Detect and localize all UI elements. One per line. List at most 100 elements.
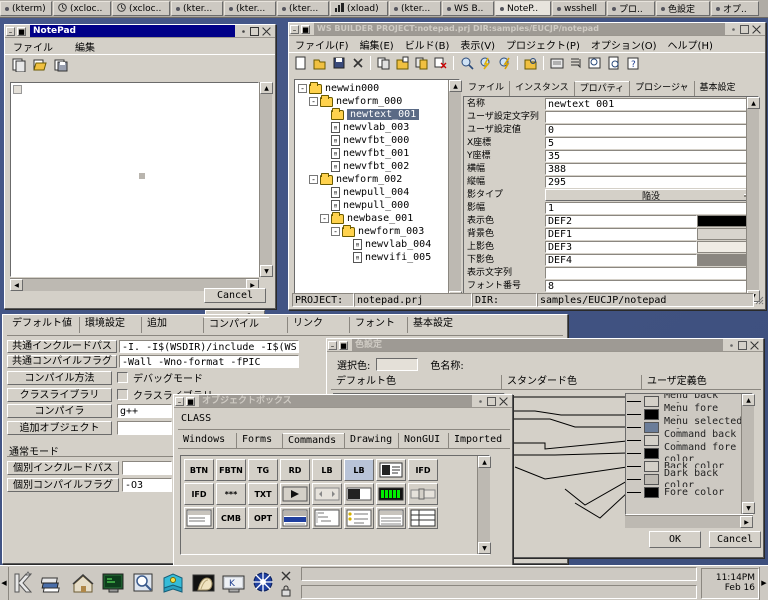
input-field-icon[interactable]: IFD [408,459,438,481]
taskbar-item-12[interactable]: 色設定 [656,1,710,16]
tree-node[interactable]: ▤newpull_000 [296,199,458,212]
property-value[interactable]: DEF4 [545,254,697,266]
minimize-icon[interactable]: – [175,397,184,406]
color-list-item[interactable]: Fore color [627,486,751,499]
scroll-down-button[interactable]: ▼ [260,265,273,277]
objectbox-tab-0[interactable]: Windows [178,433,236,448]
maximize-icon[interactable] [740,25,749,34]
settings-field-input[interactable]: -Wall -Wno-format -fPIC [119,355,299,368]
tree-node[interactable]: -newform_000 [296,95,458,108]
tree-expander[interactable]: - [309,175,318,184]
minimize-icon[interactable]: – [6,27,15,36]
close-icon[interactable] [498,396,509,407]
taskbar-item-5[interactable]: (kter... [277,1,329,16]
property-value[interactable]: 0 [545,124,757,136]
property-tabs[interactable]: ファイルインスタンスプロパティプロシージャ基本設定 [463,81,759,96]
checker-icon[interactable] [344,483,374,505]
compiler-input[interactable]: g++ [117,404,172,418]
scroll-up-button[interactable]: ▲ [478,456,491,468]
help-book-icon[interactable] [159,568,189,599]
duplicate-icon[interactable] [413,55,430,71]
new-file-icon[interactable] [292,55,309,71]
save-disk-icon[interactable] [53,57,70,73]
close-icon[interactable] [749,340,760,351]
objectbox-tab-3[interactable]: Drawing [344,433,398,448]
object-palette[interactable]: BTNFBTNTGRDLBLBIFDIFD***TXTCMBOPT [180,455,490,555]
lock-screen-icon[interactable] [279,569,292,582]
label-icon[interactable]: LB [312,459,342,481]
menu-dot-icon[interactable] [239,27,248,36]
spinner-icon[interactable] [312,483,342,505]
property-value[interactable]: 8 [545,280,757,292]
run-icon[interactable] [496,55,513,71]
selected-list-icon[interactable] [280,507,310,529]
close-icon[interactable] [751,24,762,35]
property-value[interactable]: 5 [545,137,757,149]
property-tab-1[interactable]: インスタンス [509,81,574,96]
new-file-icon[interactable] [11,57,28,73]
property-value[interactable] [545,111,757,123]
combo-box-icon[interactable]: CMB [216,507,246,529]
objectbox-titlebar[interactable]: – ■ オブジェクトボックス [174,395,512,408]
property-dropdown[interactable]: 陥没 [545,189,757,201]
property-value[interactable]: 295 [545,176,757,188]
search-folder-icon[interactable] [522,55,539,71]
settings-tab-4[interactable]: リンク [287,317,349,333]
tree-node-selected[interactable]: newtext_001 [296,108,458,121]
button-icon[interactable]: BTN [184,459,214,481]
property-tab-0[interactable]: ファイル [463,81,509,96]
scroll-left-button[interactable]: ◀ [10,279,23,291]
color-dialog-titlebar[interactable]: – ■ 色設定 [327,339,763,352]
open-folder-icon[interactable] [311,55,328,71]
text-area-icon[interactable]: TXT [248,483,278,505]
bullet-list-icon[interactable] [344,507,374,529]
shell-icon[interactable] [189,568,219,599]
build-lightning-icon[interactable] [477,55,494,71]
property-value[interactable]: DEF2 [545,215,697,227]
list-icon[interactable] [567,55,584,71]
maximize-icon[interactable] [250,27,259,36]
taskbar-item-6[interactable]: (xload) [330,1,388,16]
taskbar-item-7[interactable]: (kter... [389,1,441,16]
objectbox-tab-4[interactable]: NonGUI [398,433,448,448]
settings-tab-2[interactable]: 追加 [141,317,203,333]
panel-collapse-right-button[interactable]: ▶ [759,567,768,600]
notepad-window[interactable]: – ■ NotePad ファイル編集 ▲ ▼ [4,24,276,309]
taskbar-item-9[interactable]: NoteP.. [495,1,551,16]
zoom-icon[interactable] [458,55,475,71]
flat-button-icon[interactable]: FBTN [216,459,246,481]
settings-field-label[interactable]: 共通コンパイルフラグ [7,355,117,368]
taskbar-item-11[interactable]: プロ.. [607,1,655,16]
tree-expander[interactable]: - [320,214,329,223]
menu-dot-icon[interactable] [727,341,736,350]
settings-tab-0[interactable]: デフォルト値 [7,317,79,333]
property-value[interactable]: DEF1 [545,228,697,240]
tree-node[interactable]: ▤newvfbt_000 [296,134,458,147]
multi-input-icon[interactable]: IFD [184,483,214,505]
settings-tab-1[interactable]: 環境設定 [79,317,141,333]
shade-icon[interactable]: ■ [301,25,310,34]
wsbuilder-window[interactable]: – ■ WS BUILDER PROJECT:notepad.prj DIR:s… [288,22,766,310]
wsbuilder-menu-0[interactable]: ファイル(F) [295,37,349,52]
tree-node[interactable]: -newform_002 [296,173,458,186]
password-icon[interactable]: *** [216,483,246,505]
toggle-icon[interactable]: TG [248,459,278,481]
delete-item-icon[interactable] [432,55,449,71]
find-icon[interactable] [129,568,159,599]
tree-vertical-scrollbar[interactable]: ▲ ▼ [448,80,461,303]
wsbuilder-menu-6[interactable]: ヘルプ(H) [668,37,713,52]
option-menu-icon[interactable]: OPT [248,507,278,529]
scroll-up-button[interactable]: ▲ [260,82,273,94]
task-slot-2[interactable] [301,585,697,599]
compile-method-button[interactable]: コンパイル方法 [7,371,112,385]
notepad-titlebar[interactable]: – ■ NotePad [5,25,275,38]
taskbar-item-10[interactable]: wsshell [552,1,606,16]
property-tab-2[interactable]: プロパティ [574,81,629,96]
property-value[interactable]: 1 [545,202,757,214]
preview-icon[interactable] [586,55,603,71]
tree-list-icon[interactable] [312,507,342,529]
tree-node[interactable]: ▤newvifi_005 [296,251,458,264]
tree-node[interactable]: -newform_003 [296,225,458,238]
tree-node[interactable]: ▤newvfbt_001 [296,147,458,160]
help-icon[interactable]: ? [624,55,641,71]
